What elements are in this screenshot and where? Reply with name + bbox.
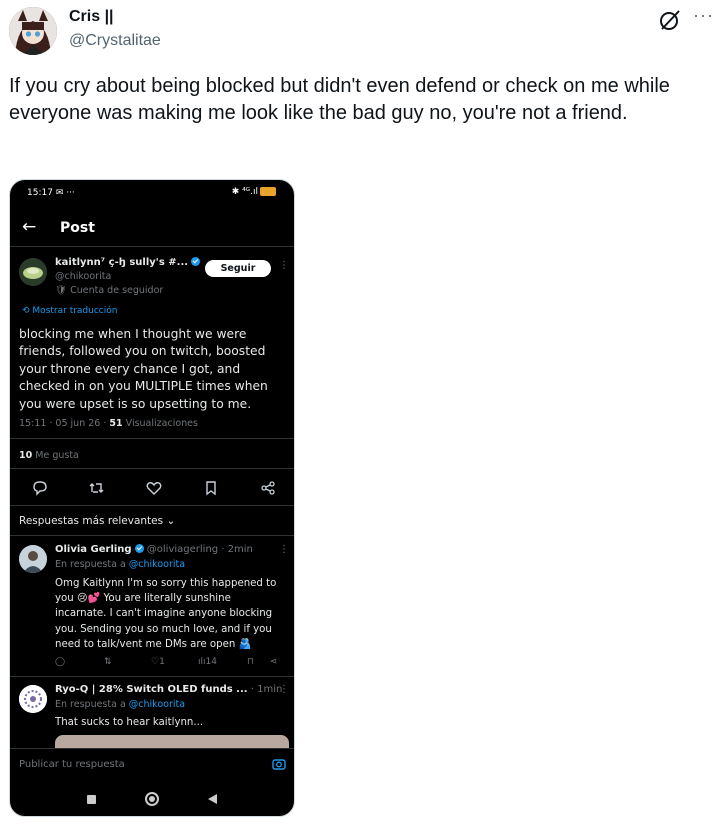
reply-icon[interactable]: ◯ [55, 657, 65, 667]
tweet-text: If you cry about being blocked but didn'… [9, 75, 670, 124]
back-icon[interactable] [208, 794, 217, 804]
status-bar-time: 15:17 ✉ ··· [27, 188, 75, 198]
author-display-name[interactable]: Cris || [69, 8, 114, 26]
reply-mention-link[interactable]: @chikoorita [129, 699, 185, 710]
reply-author[interactable]: Ryo-Q | 28% Switch OLED funds ... · 1min [55, 684, 282, 695]
grok-icon[interactable] [657, 7, 683, 33]
divider [10, 438, 294, 439]
divider [10, 246, 294, 247]
show-translation-link[interactable]: ⟲ Mostrar traducción [22, 306, 117, 316]
attached-screenshot[interactable]: 15:17 ✉ ··· ✱ ⁴ᴳ.ıl ← Post kaitlynn⁷ ç-ꜧ… [9, 179, 295, 817]
verified-badge-icon [191, 257, 201, 266]
repost-icon[interactable]: ⇅ [104, 657, 112, 667]
author-avatar[interactable] [9, 7, 57, 55]
follower-account-badge: 🛡 Cuenta de seguidor [55, 285, 164, 296]
reply-more-icon[interactable]: ⋮ [279, 684, 289, 695]
reply-input[interactable]: Publicar tu respuesta [19, 759, 125, 770]
translate-icon: ⟲ [22, 306, 30, 316]
follow-button[interactable]: Seguir [205, 260, 271, 277]
back-arrow-icon[interactable]: ← [22, 217, 36, 237]
shield-icon: 🛡 [55, 285, 68, 296]
like-icon[interactable]: ♡1 [151, 657, 165, 667]
reply-avatar[interactable] [19, 685, 47, 713]
divider [10, 468, 294, 469]
post-timestamp: 15:11 · 05 jun 26 · 51 Visualizaciones [19, 418, 198, 429]
bookmark-icon[interactable] [202, 480, 220, 496]
divider [10, 676, 294, 677]
camera-icon[interactable] [272, 758, 286, 770]
post-author-name[interactable]: kaitlynn⁷ ç-ꜧ sully's #... [55, 257, 201, 268]
repost-icon[interactable] [88, 480, 106, 496]
home-icon[interactable] [145, 792, 159, 806]
views-icon[interactable]: ılı14 [198, 657, 217, 667]
reply-mention-link[interactable]: @chikoorita [129, 559, 185, 570]
screen-title: Post [60, 220, 95, 236]
post-more-icon[interactable]: ⋮ [279, 260, 289, 271]
share-icon[interactable] [259, 480, 277, 496]
share-icon[interactable]: ⋖ [270, 657, 278, 667]
post-text: blocking me when I thought we were frien… [19, 327, 268, 411]
post-author-handle[interactable]: @chikoorita [55, 271, 111, 282]
author-handle[interactable]: @Crystalitae [69, 32, 161, 50]
reply-author[interactable]: Olivia Gerling @oliviagerling · 2min [55, 544, 253, 555]
recent-apps-icon[interactable] [87, 795, 96, 804]
divider [10, 505, 294, 506]
status-bar-icons: ✱ ⁴ᴳ.ıl [232, 187, 276, 197]
like-icon[interactable] [145, 480, 163, 496]
reply-context: En respuesta a @chikoorita [55, 699, 186, 710]
post-author-avatar[interactable] [19, 258, 47, 286]
divider [10, 535, 294, 536]
reply-context: En respuesta a @chikoorita [55, 559, 186, 570]
reply-icon[interactable] [31, 480, 49, 496]
reply-text: Omg Kaitlynn I'm so sorry this happened … [55, 578, 277, 650]
bookmark-icon[interactable]: ⊓ [247, 657, 254, 667]
more-options-icon[interactable]: ··· [693, 5, 714, 26]
reply-avatar[interactable] [19, 545, 47, 573]
likes-count[interactable]: 10 Me gusta [19, 450, 79, 461]
reply-more-icon[interactable]: ⋮ [279, 544, 289, 555]
replies-sort-dropdown[interactable]: Respuestas más relevantes ⌄ [19, 515, 175, 527]
battery-icon [260, 187, 276, 196]
verified-badge-icon [134, 544, 144, 553]
reply-text: That sucks to hear kaitlynn... [55, 717, 204, 728]
